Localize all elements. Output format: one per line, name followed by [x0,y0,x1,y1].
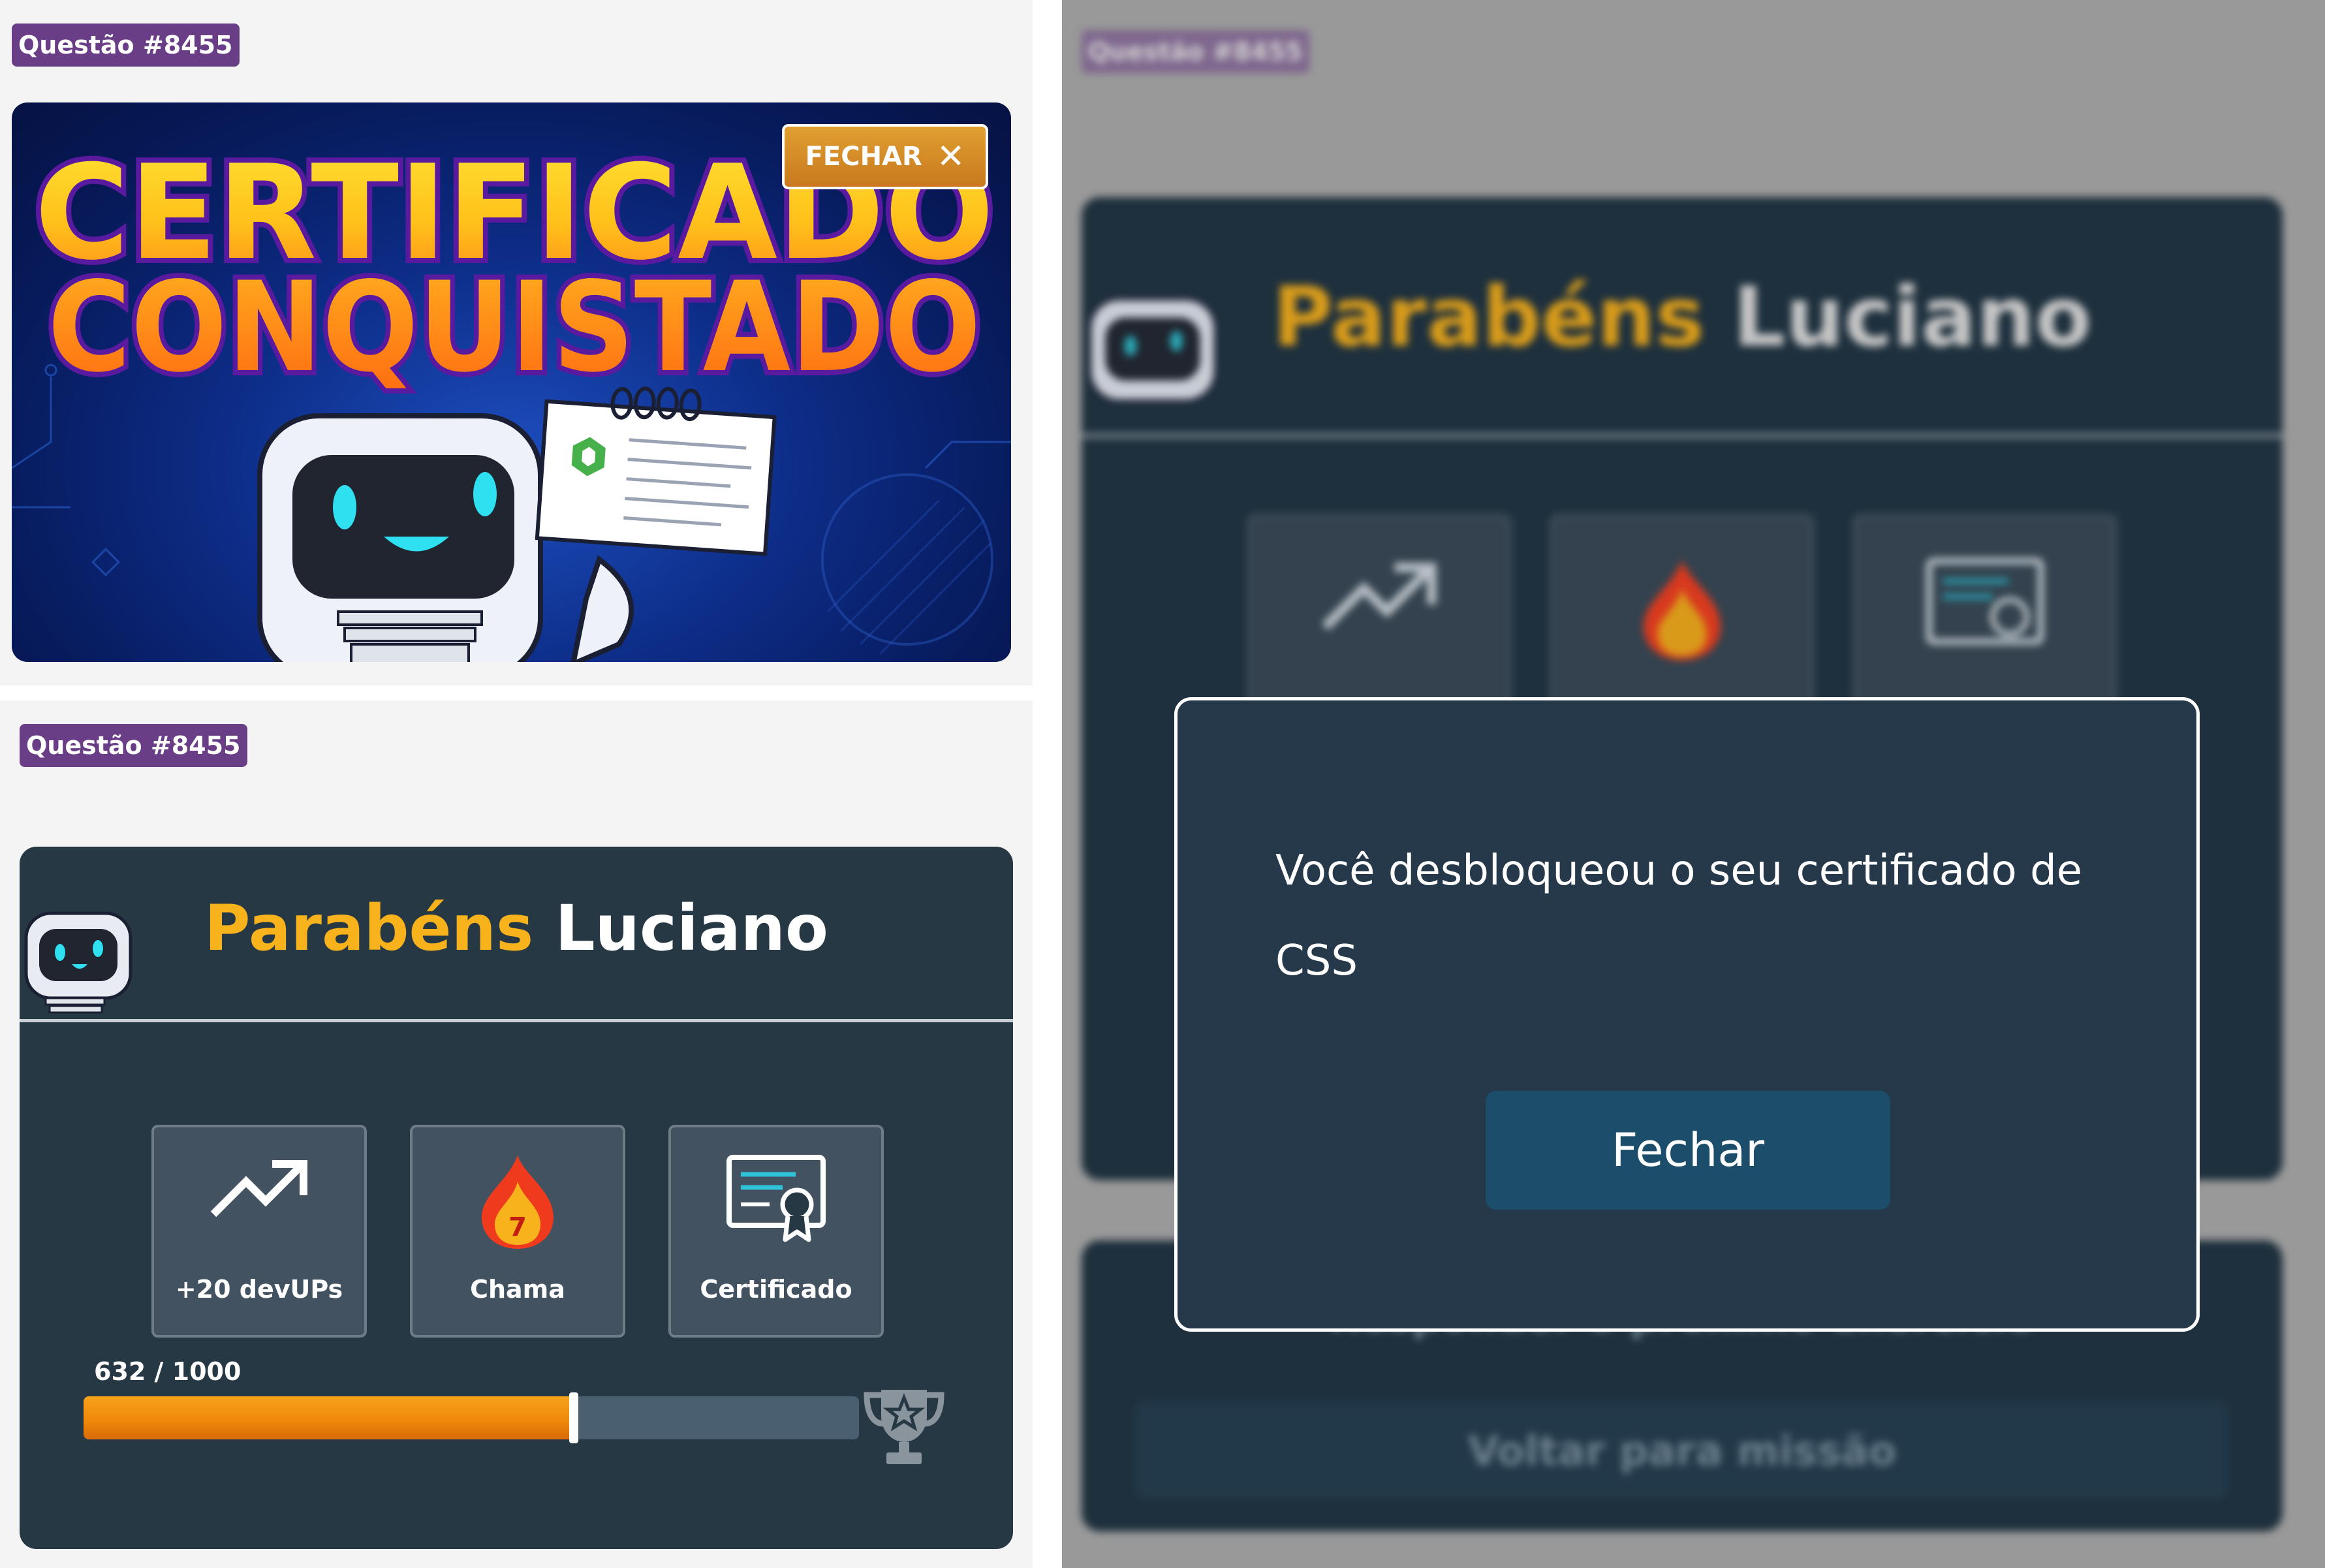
back-to-mission-button: Voltar para missão [1136,1401,2228,1499]
certificate-paper-icon [535,386,777,556]
background-card-header: Parabéns Luciano [1082,197,2283,436]
progress-marker [569,1392,578,1443]
congrats-greeting: Parabéns [1272,269,1705,365]
certificate-banner-panel: Questão #8455 CERTIFICADO CONQUISTADO FE… [0,0,1033,685]
certificate-unlocked-modal: Você desbloqueou o seu certificado de CS… [1174,697,2200,1332]
certificate-icon [1926,557,2044,645]
result-panel: Questão #8455 Parabéns Luciano +20 devUP… [0,700,1033,1568]
modal-message: Você desbloqueou o seu certificado de CS… [1275,847,2083,985]
reward-tile-certificado [1853,514,2117,710]
progress-bar [84,1396,859,1439]
congrats-title: Parabéns Luciano [1082,265,2283,369]
result-card-header: Parabéns Luciano [20,847,1013,1020]
question-badge: Questão #8455 [12,24,240,67]
flame-icon: 7 [482,1155,554,1249]
certificate-banner: CERTIFICADO CONQUISTADO FECHAR ✕ [12,102,1011,662]
close-icon: ✕ [936,137,965,176]
trending-up-icon [210,1160,307,1217]
certificate-modal-panel: Questão #8455 Parabéns Luciano Voltar pa… [1062,0,2325,1568]
progress-text: 632 / 1000 [94,1357,242,1386]
reward-tile-chama: 7 Chama [410,1125,625,1338]
reward-tile-devups [1247,514,1511,710]
trending-up-icon [1322,563,1437,631]
reward-label: Chama [470,1275,565,1304]
banner-headline-line2: CONQUISTADO [48,255,981,400]
header-divider [1082,433,2283,438]
congrats-user-name: Luciano [555,892,828,965]
certificate-icon [726,1155,826,1242]
banner-close-label: FECHAR [805,142,922,172]
reward-label: +20 devUPs [175,1275,343,1304]
reward-tile-devups: +20 devUPs [151,1125,367,1338]
flame-icon [1644,560,1721,661]
congrats-user-name: Luciano [1733,269,2092,365]
progress-bar-fill [84,1396,574,1439]
banner-close-button[interactable]: FECHAR ✕ [782,124,988,189]
flame-count: 7 [508,1212,527,1242]
reward-label: Certificado [700,1275,852,1304]
question-badge: Questão #8455 [20,724,247,767]
header-divider [20,1019,1013,1022]
congrats-title: Parabéns Luciano [20,886,1013,971]
congrats-greeting: Parabéns [204,892,534,965]
result-card: Parabéns Luciano +20 devUPs 7 Chama Cert… [20,847,1013,1549]
reward-tile-certificado: Certificado [668,1125,884,1338]
modal-close-button[interactable]: Fechar [1486,1091,1890,1210]
trophy-icon [864,1390,944,1464]
reward-tile-chama [1550,514,1814,710]
question-badge: Questão #8455 [1082,30,1309,73]
back-to-mission-label: Voltar para missão [1467,1427,1897,1475]
